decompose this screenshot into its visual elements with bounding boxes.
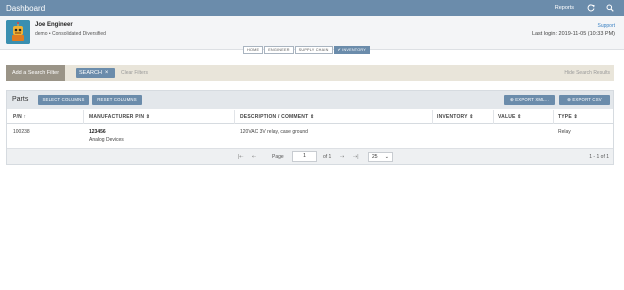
column-description[interactable]: DESCRIPTION / COMMENT ⇕ <box>240 114 314 120</box>
sort-icon: ⇕ <box>469 114 474 120</box>
page-label: Page <box>272 154 284 160</box>
user-name: Joe Engineer <box>35 22 73 28</box>
export-xml-button[interactable]: ⊕ EXPORT XML... <box>504 95 555 105</box>
panel-header: Parts SELECT COLUMNS RESET COLUMNS ⊕ EXP… <box>7 91 613 109</box>
sort-icon: ⇕ <box>309 114 315 120</box>
parts-panel: Parts SELECT COLUMNS RESET COLUMNS ⊕ EXP… <box>6 90 614 165</box>
company-name: demo • Consolidated Diversified <box>35 31 106 37</box>
hide-search-results-link[interactable]: Hide Search Results <box>564 70 610 76</box>
cell-type: Relay <box>558 129 571 135</box>
result-range: 1 - 1 of 1 <box>589 154 609 160</box>
app-title: Dashboard <box>6 3 46 13</box>
column-divider <box>493 110 494 124</box>
add-filter-button[interactable]: Add a Search Filter <box>6 65 65 81</box>
tab-home[interactable]: HOME <box>243 46 264 54</box>
tab-engineer[interactable]: ENGINEER <box>264 46 294 54</box>
cell-manufacturer: Analog Devices <box>89 137 124 143</box>
search-icon[interactable] <box>605 3 615 13</box>
tab-inventory[interactable]: ✔ INVENTORY <box>333 46 370 54</box>
per-page-select[interactable]: 25 ⌄ <box>368 152 393 162</box>
search-button[interactable]: SEARCH × <box>76 68 115 78</box>
prev-page-button[interactable]: ⇠ <box>252 154 256 160</box>
tab-supply-chain[interactable]: SUPPLY CHAIN <box>294 46 333 54</box>
top-bar: Dashboard Reports <box>0 0 624 16</box>
column-inventory[interactable]: INVENTORY ⇕ <box>437 114 474 120</box>
column-type-label: TYPE <box>558 114 572 120</box>
column-divider <box>553 110 554 124</box>
chevron-down-icon: ⌄ <box>384 154 389 160</box>
user-header: Joe Engineer demo • Consolidated Diversi… <box>0 16 624 50</box>
nav-tabs: HOME ENGINEER SUPPLY CHAIN ✔ INVENTORY <box>243 46 371 54</box>
refresh-icon[interactable] <box>586 3 596 13</box>
export-csv-label: EXPORT CSV <box>572 97 602 102</box>
column-value-label: VALUE <box>498 114 516 120</box>
reports-link[interactable]: Reports <box>555 5 574 11</box>
last-login: Last login: 2019-11-05 (10:33 PM) <box>531 31 615 37</box>
clear-filters-link[interactable]: Clear Filters <box>121 70 148 76</box>
page-count: of 1 <box>323 154 332 160</box>
page-number-input[interactable]: 1 <box>292 151 317 162</box>
per-page-value: 25 <box>372 154 378 160</box>
column-divider <box>83 110 84 124</box>
close-icon[interactable]: × <box>105 68 109 78</box>
select-columns-button[interactable]: SELECT COLUMNS <box>38 95 89 105</box>
avatar <box>6 20 30 44</box>
column-inventory-label: INVENTORY <box>437 114 468 120</box>
column-pn[interactable]: P/N ↑ <box>13 114 26 120</box>
search-button-label: SEARCH <box>79 70 102 76</box>
sort-icon: ⇕ <box>145 114 151 120</box>
reset-columns-button[interactable]: RESET COLUMNS <box>92 95 142 105</box>
export-xml-label: EXPORT XML... <box>515 97 549 102</box>
column-value[interactable]: VALUE ⇕ <box>498 114 522 120</box>
last-page-button[interactable]: ⇢| <box>353 154 359 160</box>
cell-pn: 100238 <box>13 129 30 135</box>
export-csv-button[interactable]: ⊕ EXPORT CSV <box>559 95 610 105</box>
cell-description: 120VAC 3V relay, case ground <box>240 129 308 135</box>
panel-title: Parts <box>12 96 29 103</box>
column-manufacturer-pn-label: MANUFACTURER P/N <box>89 114 145 120</box>
support-link[interactable]: Support <box>597 23 615 29</box>
table-header: P/N ↑ MANUFACTURER P/N ⇕ DESCRIPTION / C… <box>7 110 613 124</box>
cell-manufacturer-pn: 123456 <box>89 129 106 135</box>
column-manufacturer-pn[interactable]: MANUFACTURER P/N ⇕ <box>89 114 150 120</box>
first-page-button[interactable]: |⇠ <box>238 154 244 160</box>
sort-icon: ⇕ <box>517 114 522 120</box>
column-type[interactable]: TYPE ⇕ <box>558 114 578 120</box>
pagination-bar: |⇠ ⇠ Page 1 of 1 ⇢ ⇢| 25 ⌄ 1 - 1 of 1 <box>7 148 613 164</box>
column-divider <box>234 110 235 124</box>
sort-icon: ⇕ <box>573 114 578 120</box>
filter-bar: Add a Search Filter SEARCH × Clear Filte… <box>6 65 614 81</box>
column-divider <box>432 110 433 124</box>
column-description-label: DESCRIPTION / COMMENT <box>240 114 309 120</box>
next-page-button[interactable]: ⇢ <box>340 154 344 160</box>
